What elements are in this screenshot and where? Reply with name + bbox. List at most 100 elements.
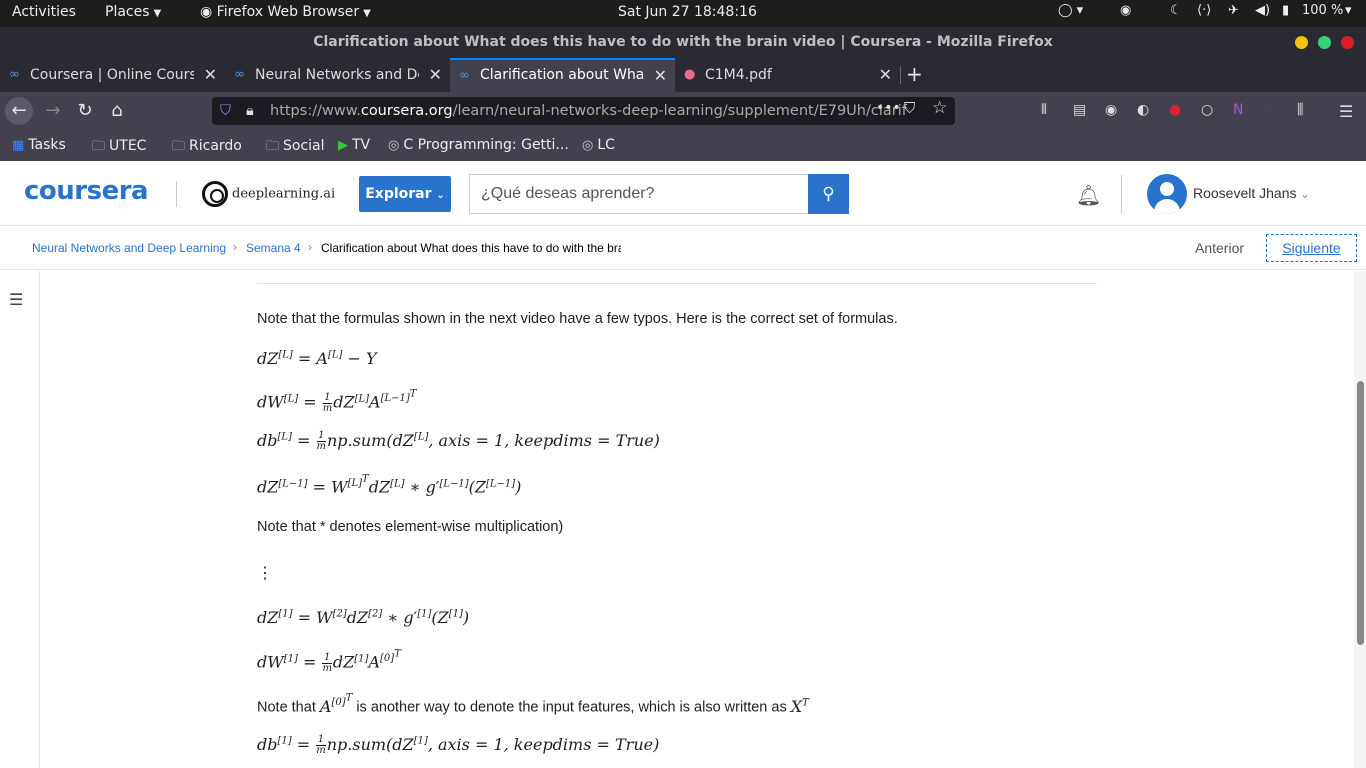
note-middle: is another way to denote the input featu…	[356, 699, 787, 716]
clock[interactable]: Sat Jun 27 18:48:16	[618, 4, 757, 20]
sidebar-icon[interactable]: ▤	[1073, 102, 1086, 118]
tab-label: C1M4.pdf	[705, 67, 772, 83]
extension-icon[interactable]: ◐	[1137, 102, 1149, 118]
play-icon: ▶	[338, 138, 348, 153]
bookmark-utec[interactable]: 🗀 UTEC	[92, 137, 146, 159]
coursera-header: coursera deeplearning.ai Explorar ⌄ ¿Qué…	[0, 161, 1366, 226]
url-path: /learn/neural-networks-deep-learning/sup…	[452, 103, 907, 119]
url-bar[interactable]: ⛉ 🔒︎ https://www.coursera.org/learn/neur…	[212, 97, 955, 125]
breadcrumb-course[interactable]: Neural Networks and Deep Learning	[32, 241, 226, 255]
chevron-right-icon: ›	[233, 240, 237, 254]
outline-list-icon[interactable]: ☰	[9, 290, 23, 309]
deeplearning-ai-logo[interactable]: deeplearning.ai	[202, 181, 335, 207]
chrome-icon[interactable]: ◉	[1120, 3, 1131, 18]
chevron-right-icon: ›	[308, 240, 312, 254]
extension-red-icon[interactable]: ●	[1169, 102, 1181, 118]
forward-arrow-icon[interactable]: →	[39, 97, 67, 125]
close-icon[interactable]: ✕	[204, 58, 217, 92]
formula-dw-1: dW[1] = 1 m dZ[1]A[0]T	[257, 649, 401, 674]
intro-paragraph: Note that the formulas shown in the next…	[257, 311, 898, 327]
home-icon[interactable]: ⌂	[103, 97, 131, 125]
extension-bars-icon[interactable]: ⫼	[1297, 102, 1303, 118]
globe-icon: ◎	[582, 138, 594, 153]
account-icon[interactable]: ◉	[1105, 102, 1117, 118]
close-icon[interactable]: ✕	[429, 58, 442, 92]
search-input[interactable]: ¿Qué deseas aprender?	[469, 174, 809, 214]
window-titlebar: Clarification about What does this have …	[0, 27, 1366, 58]
extension-blank-icon[interactable]: ◦	[1265, 102, 1273, 118]
formula-db-l: db[L] = 1 m np.sum(dZ[L], axis = 1, keepdi…	[257, 430, 660, 452]
activities-button[interactable]: Activities	[12, 4, 76, 20]
night-light-icon: ☾	[1170, 3, 1182, 18]
tab-neural-networks[interactable]: ∞ Neural Networks and De ✕	[225, 58, 450, 92]
tracking-shield-icon[interactable]: ⛉	[220, 97, 231, 125]
circle-status-icon[interactable]: ◯ ▾	[1058, 3, 1083, 18]
extension-circle-icon[interactable]: ○	[1201, 102, 1213, 118]
breadcrumb-current: Clarification about What does this have …	[321, 241, 621, 255]
network-icon: ⟨·⟩	[1197, 3, 1212, 18]
bookmark-social[interactable]: 🗀 Social	[266, 137, 325, 159]
explore-button[interactable]: Explorar ⌄	[359, 176, 451, 212]
bookmark-label: C Programming: Getti...	[403, 137, 569, 153]
close-window-button[interactable]	[1341, 36, 1354, 49]
firefox-icon: ◉	[200, 4, 213, 20]
lock-icon[interactable]: 🔒︎	[246, 97, 254, 125]
tab-coursera-home[interactable]: ∞ Coursera | Online Course ✕	[0, 58, 225, 92]
new-tab-plus-icon[interactable]: +	[906, 62, 923, 86]
left-rail: ☰	[0, 271, 40, 768]
note-prefix: Note that	[257, 699, 316, 716]
bookmark-ricardo[interactable]: 🗀 Ricardo	[172, 137, 242, 159]
avatar[interactable]	[1147, 174, 1187, 214]
previous-button[interactable]: Anterior	[1195, 240, 1244, 256]
bookmark-label: Social	[283, 138, 325, 154]
minimize-button[interactable]	[1295, 36, 1308, 49]
library-icon[interactable]: ⫴	[1041, 102, 1047, 118]
chevron-down-icon: ▼	[153, 8, 162, 19]
volume-icon: ◀)	[1255, 3, 1271, 18]
reload-icon[interactable]: ↻	[71, 97, 99, 125]
tab-clarification[interactable]: ∞ Clarification about What ✕	[450, 58, 675, 92]
header-divider	[1121, 175, 1122, 213]
tab-label: Neural Networks and De	[255, 67, 419, 83]
hamburger-menu-icon[interactable]: ☰	[1339, 102, 1353, 121]
system-menu-chevron-icon[interactable]: ▾	[1345, 3, 1352, 18]
formula-db-1: db[1] = 1 m np.sum(dZ[1], axis = 1, keepdi…	[257, 734, 660, 756]
scrollbar-thumb[interactable]	[1357, 381, 1364, 645]
onenote-icon[interactable]: N	[1233, 102, 1243, 118]
tab-pdf[interactable]: ● C1M4.pdf ✕	[675, 58, 900, 92]
breadcrumb: Neural Networks and Deep Learning › Sema…	[0, 226, 1366, 270]
back-arrow-icon[interactable]: ←	[5, 97, 33, 125]
tab-label: Coursera | Online Course	[30, 67, 194, 83]
formula-dz-l-1: dZ[L−1] = W[L]TdZ[L] ∗ g′[L−1](Z[L−1])	[257, 474, 522, 497]
page-actions-menu-icon[interactable]: •••	[876, 100, 901, 116]
bookmark-star-icon[interactable]: ☆	[932, 98, 947, 118]
a0-transpose-math: A[0]T	[319, 693, 353, 716]
bookmark-label: LC	[597, 137, 615, 153]
coursera-logo[interactable]: coursera	[24, 176, 149, 206]
content-divider	[257, 283, 1097, 284]
pocket-icon[interactable]: ⛉	[904, 99, 915, 117]
bookmark-tasks[interactable]: ▦ Tasks	[12, 137, 66, 153]
search-button[interactable]: ⚲	[808, 174, 849, 214]
bookmark-c-programming[interactable]: ◎ C Programming: Getti...	[388, 137, 569, 153]
maximize-button[interactable]	[1318, 36, 1331, 49]
close-icon[interactable]: ✕	[879, 58, 892, 92]
bookmark-label: UTEC	[109, 138, 147, 154]
vertical-ellipsis: ⋮	[257, 565, 273, 582]
bookmark-lc[interactable]: ◎ LC	[582, 137, 615, 153]
bell-icon[interactable]: 🔔︎	[1076, 183, 1101, 207]
bookmark-tv[interactable]: ▶ TV	[338, 137, 370, 153]
url-domain: coursera.org	[360, 103, 453, 119]
partner-name: deeplearning.ai	[232, 186, 336, 202]
places-menu[interactable]: Places ▼	[105, 4, 161, 20]
close-icon[interactable]: ✕	[654, 60, 667, 91]
bookmark-label: TV	[352, 137, 371, 153]
chevron-down-icon: ⌄	[436, 190, 445, 201]
bookmark-label: Tasks	[28, 137, 66, 153]
breadcrumb-week[interactable]: Semana 4	[246, 241, 301, 255]
globe-icon: ◎	[388, 138, 400, 153]
app-menu[interactable]: ◉ Firefox Web Browser ▼	[200, 4, 371, 20]
page-scrollbar[interactable]	[1354, 271, 1366, 768]
user-menu[interactable]: Roosevelt Jhans ⌄	[1193, 185, 1310, 201]
next-button[interactable]: Siguiente	[1266, 234, 1357, 262]
